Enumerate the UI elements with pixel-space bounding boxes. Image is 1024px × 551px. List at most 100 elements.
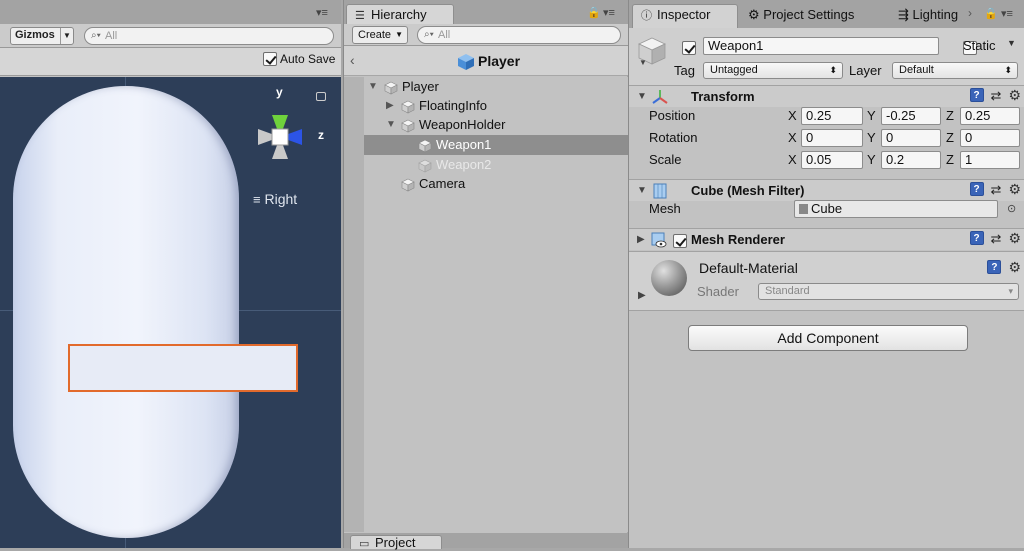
hierarchy-item-weaponholder[interactable]: ▼ WeaponHolder <box>344 115 628 135</box>
mesh-renderer-enabled-checkbox[interactable] <box>673 233 687 248</box>
axis-y-label: Y <box>867 108 876 123</box>
gameobject-icon <box>418 159 432 173</box>
position-z-field[interactable]: 0.25 <box>960 107 1020 125</box>
scale-z-field[interactable]: 1 <box>960 151 1020 169</box>
panel-menu-icon[interactable]: ▾≡ <box>603 6 615 19</box>
scale-y-field[interactable]: 0.2 <box>881 151 941 169</box>
tag-dropdown[interactable]: Untagged ⬍ <box>703 62 843 79</box>
create-label: Create <box>358 29 392 41</box>
expand-arrow-icon[interactable]: ▶ <box>638 290 646 301</box>
help-icon[interactable]: ? <box>987 260 1002 274</box>
object-picker-icon[interactable]: ⊙ <box>1007 202 1016 215</box>
transform-body: Position X 0.25 Y -0.25 Z 0.25 Rotation … <box>629 107 1024 177</box>
gear-icon[interactable]: ⚙ <box>1008 182 1021 196</box>
axis-z-label: Z <box>946 108 954 123</box>
tab-inspector[interactable]: ⓘ Inspector <box>632 4 738 28</box>
scene-search-placeholder: All <box>105 30 118 42</box>
expand-arrow-icon[interactable]: ▶ <box>637 234 645 245</box>
scene-panel: ▾≡ Gizmos ▼ ⌕▾ All Auto Save y z ≡ Right <box>0 0 341 548</box>
scene-search-input[interactable]: ⌕▾ All <box>84 27 334 45</box>
tab-inspector-label: Inspector <box>657 7 711 22</box>
gizmos-dropdown[interactable]: Gizmos ▼ <box>10 27 74 45</box>
scale-x-field[interactable]: 0.05 <box>801 151 863 169</box>
help-icon[interactable]: ? <box>969 182 984 196</box>
chevron-right-icon[interactable]: › <box>968 6 972 20</box>
rotation-x-field[interactable]: 0 <box>801 129 863 147</box>
hierarchy-item-weapon2[interactable]: Weapon2 <box>344 155 628 175</box>
back-chevron-icon[interactable]: ‹ <box>350 52 355 68</box>
tag-value: Untagged <box>710 64 758 76</box>
search-icon: ⌕▾ <box>91 30 101 41</box>
hierarchy-item-weapon1[interactable]: Weapon1 <box>344 135 628 155</box>
hierarchy-item-label: Player <box>402 79 439 94</box>
tab-lighting[interactable]: ⇶ Lighting <box>898 7 968 23</box>
transform-header[interactable]: ▼ Transform ? ⇄ ⚙ <box>629 85 1024 107</box>
gear-icon[interactable]: ⚙ <box>1008 260 1021 274</box>
expand-arrow-icon[interactable]: ▼ <box>368 77 378 96</box>
add-component-button[interactable]: Add Component <box>688 325 968 351</box>
hierarchy-search-input[interactable]: ⌕▾ All <box>417 26 621 44</box>
object-name-field[interactable]: Weapon1 <box>703 37 939 55</box>
axis-y-label: Y <box>867 152 876 167</box>
scene-viewport[interactable]: y z ≡ Right <box>0 77 341 548</box>
gameobject-icon <box>401 100 415 114</box>
hierarchy-list: ▼ Player ▶ FloatingInfo ▼ WeaponHolder W… <box>344 77 628 532</box>
hierarchy-item-camera[interactable]: Camera <box>344 174 628 194</box>
expand-arrow-icon[interactable]: ▼ <box>386 115 396 134</box>
chevron-down-icon[interactable]: ▼ <box>1007 38 1016 48</box>
position-label: Position <box>649 108 696 123</box>
autosave-checkbox[interactable] <box>263 52 277 66</box>
gear-icon: ⚙ <box>748 7 760 22</box>
position-y-field[interactable]: -0.25 <box>881 107 941 125</box>
mesh-renderer-header[interactable]: ▶ Mesh Renderer ? ⇄ ⚙ <box>629 228 1024 250</box>
mesh-object-field[interactable]: Cube <box>794 200 998 218</box>
tab-project[interactable]: ▭ Project <box>350 535 442 550</box>
view-orientation-label[interactable]: ≡ Right <box>253 191 297 207</box>
gizmo-y-label: y <box>276 85 283 99</box>
transform-icon <box>652 90 668 104</box>
help-icon[interactable]: ? <box>969 231 984 245</box>
rotation-y-field[interactable]: 0 <box>881 129 941 147</box>
layer-value: Default <box>899 64 934 76</box>
hierarchy-item-label: FloatingInfo <box>419 98 487 113</box>
layer-dropdown[interactable]: Default ⬍ <box>892 62 1018 79</box>
list-icon: ☰ <box>355 10 365 22</box>
lock-icon[interactable]: 🔒 <box>587 6 601 19</box>
axis-z-label: Z <box>946 130 954 145</box>
material-preview-sphere <box>651 260 687 296</box>
mesh-filter-header[interactable]: ▼ Cube (Mesh Filter) ? ⇄ ⚙ <box>629 179 1024 201</box>
active-checkbox[interactable] <box>682 40 696 55</box>
panel-menu-icon[interactable]: ▾≡ <box>1001 7 1013 20</box>
autosave-label: Auto Save <box>280 52 336 66</box>
tab-project-settings[interactable]: ⚙ Project Settings <box>748 7 854 23</box>
preset-icon[interactable]: ⇄ <box>991 232 1002 245</box>
autosave-toggle[interactable]: Auto Save <box>263 52 335 66</box>
help-icon[interactable]: ? <box>969 88 984 102</box>
gizmo-center-cube[interactable] <box>271 128 289 146</box>
gear-icon[interactable]: ⚙ <box>1008 231 1021 245</box>
panel-menu-icon[interactable]: ▾≡ <box>316 6 328 19</box>
hierarchy-gutter <box>344 77 364 532</box>
axis-x-label: X <box>788 152 797 167</box>
position-x-field[interactable]: 0.25 <box>801 107 863 125</box>
create-button[interactable]: Create ▼ <box>352 26 408 44</box>
expand-arrow-icon[interactable]: ▼ <box>637 185 647 196</box>
expand-arrow-icon[interactable]: ▶ <box>386 96 394 115</box>
preset-icon[interactable]: ⇄ <box>991 183 1002 196</box>
chevron-down-icon[interactable]: ▼ <box>639 58 647 67</box>
shader-dropdown[interactable]: Standard ▾ <box>758 283 1019 300</box>
tab-project-settings-label: Project Settings <box>763 7 855 22</box>
lock-icon[interactable]: 🔒 <box>984 7 998 20</box>
preset-icon[interactable]: ⇄ <box>991 89 1002 102</box>
tab-hierarchy[interactable]: ☰ Hierarchy <box>346 4 454 26</box>
gameobject-icon <box>384 81 398 95</box>
selected-weapon-outline[interactable] <box>68 344 298 392</box>
hierarchy-item-floatinginfo[interactable]: ▶ FloatingInfo <box>344 96 628 116</box>
rotation-z-field[interactable]: 0 <box>960 129 1020 147</box>
mesh-renderer-title: Mesh Renderer <box>691 232 785 247</box>
expand-arrow-icon[interactable]: ▼ <box>637 91 647 102</box>
material-section: ▶ Default-Material Shader Standard ▾ ? ⚙ <box>629 251 1024 311</box>
gear-icon[interactable]: ⚙ <box>1008 88 1021 102</box>
capsule-mesh[interactable] <box>13 86 239 538</box>
hierarchy-item-player[interactable]: ▼ Player <box>344 77 628 97</box>
